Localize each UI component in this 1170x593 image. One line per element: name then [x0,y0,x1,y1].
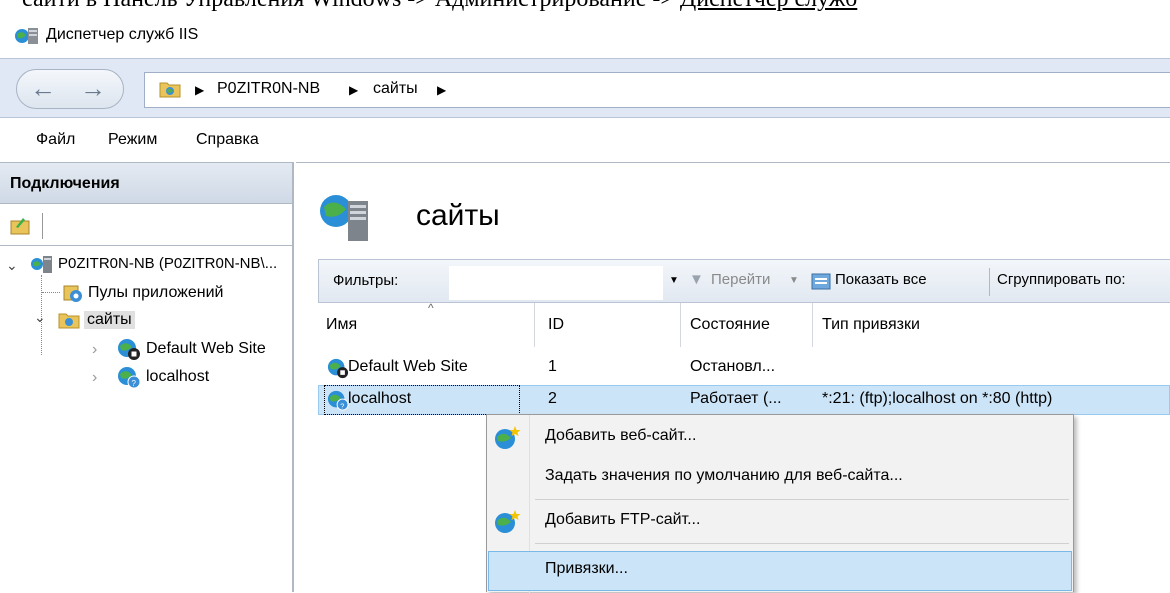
server-icon [31,256,52,273]
cell-id: 1 [548,358,557,375]
column-separator [680,303,681,347]
connections-header: Подключения [0,163,292,204]
svg-text:?: ? [340,401,344,410]
show-all-button[interactable]: Показать все [835,271,927,288]
toolbar-divider [42,213,43,239]
window-titlebar: Диспетчер служб IIS [0,14,1170,58]
sort-ascending-icon: ^ [428,301,434,315]
divider [0,245,292,246]
tree-app-pools[interactable]: Пулы приложений [88,284,223,302]
connections-title: Подключения [10,175,120,192]
toolbar-divider [989,268,990,296]
cell-state: Работает (... [690,390,782,407]
filter-input[interactable] [449,266,663,300]
forward-arrow-icon[interactable]: → [73,73,113,105]
document-text: сайти в Панель Управления Windows -> Адм… [22,0,680,12]
window-title: Диспетчер служб IIS [46,26,199,43]
menu-separator [535,543,1069,544]
document-link[interactable]: Диспетчер служб [680,0,857,12]
iis-app-icon [15,28,38,44]
tree-server[interactable]: P0ZITR0N-NB (P0ZITR0N-NB\... [58,255,277,272]
menu-add-ftp-site[interactable]: Добавить FTP-сайт... [545,511,700,529]
go-dropdown-icon[interactable]: ▼ [789,275,799,286]
tree-localhost[interactable]: localhost [146,368,209,386]
connections-tree: ⌄ P0ZITR0N-NB (P0ZITR0N-NB\... Пулы прил… [0,247,290,593]
menu-bindings[interactable]: Привязки... [545,560,628,578]
filter-toolbar: Фильтры: ▼ ▼ Перейти ▼ Показать все Сгру… [318,259,1170,303]
connections-pane: Подключения ⌄ P0ZITR0N-NB (P0ZITR0N-NB\.… [0,162,294,592]
column-header-binding[interactable]: Тип привязки [822,303,920,347]
table-row[interactable]: Default Web Site 1 Остановл... [318,353,1170,383]
connect-icon[interactable] [10,215,32,235]
breadcrumb-separator-icon: ▶ [437,83,447,97]
go-button[interactable]: Перейти [711,271,770,288]
document-text-line: сайти в Панель Управления Windows -> Адм… [22,0,1170,14]
column-header-state[interactable]: Состояние [690,303,770,347]
cell-state: Остановл... [690,358,776,375]
cell-name: Default Web Site [348,358,468,375]
filter-label: Фильтры: [333,272,399,289]
folder-icon [159,82,181,98]
menu-help[interactable]: Справка [196,131,259,149]
page-title: сайты [416,199,500,232]
breadcrumb-server[interactable]: P0ZITR0N-NB [217,80,320,98]
column-separator [812,303,813,347]
chevron-down-icon[interactable]: ⌄ [6,257,18,274]
funnel-icon: ▼ [689,271,704,288]
column-separator [534,303,535,347]
tree-line [42,292,60,293]
context-menu: Добавить веб-сайт... Задать значения по … [486,414,1074,593]
menu-view[interactable]: Режим [108,131,157,149]
table-row[interactable]: ? localhost 2 Работает (... *:21: (ftp);… [318,385,1170,415]
svg-text:?: ? [132,379,137,388]
menu-file[interactable]: Файл [36,131,75,149]
stopped-site-globe-icon [327,358,349,379]
menu-separator [535,499,1069,500]
breadcrumb-sites[interactable]: сайты [373,80,418,98]
sites-icon [320,195,368,241]
breadcrumb[interactable]: ▶ P0ZITR0N-NB ▶ сайты ▶ [144,72,1170,108]
menu-set-website-defaults[interactable]: Задать значения по умолчанию для веб-сай… [545,467,903,485]
add-ftp-site-icon [495,510,521,533]
cell-binding: *:21: (ftp);localhost on *:80 (http) [822,390,1053,407]
chevron-right-icon[interactable]: › [92,341,97,359]
column-header-id[interactable]: ID [548,303,564,347]
chevron-right-icon[interactable]: › [92,369,97,387]
column-header-name[interactable]: Имя [326,303,357,347]
breadcrumb-separator-icon: ▶ [195,83,205,97]
tree-sites[interactable]: сайты [84,311,135,329]
address-bar: ← → ▶ P0ZITR0N-NB ▶ сайты ▶ [0,58,1170,118]
tree-default-web-site[interactable]: Default Web Site [146,340,266,358]
sites-folder-icon [58,313,80,329]
breadcrumb-separator-icon: ▶ [349,83,359,97]
cell-name: localhost [348,390,412,407]
cell-id: 2 [548,390,557,407]
filter-dropdown-icon[interactable]: ▼ [669,275,679,286]
menu-bar: Файл Режим Справка [0,118,1170,162]
app-pools-icon [63,285,82,302]
chevron-down-icon[interactable]: ⌄ [34,309,46,326]
stopped-site-globe-icon [118,339,140,360]
menu-add-website[interactable]: Добавить веб-сайт... [545,427,696,445]
site-globe-icon: ? [327,390,349,411]
back-arrow-icon[interactable]: ← [23,73,63,105]
show-all-icon [811,273,831,290]
nav-buttons: ← → [16,69,124,109]
site-globe-icon: ? [118,367,141,389]
add-website-icon [495,426,521,449]
group-by-button[interactable]: Сгруппировать по: [997,271,1126,288]
